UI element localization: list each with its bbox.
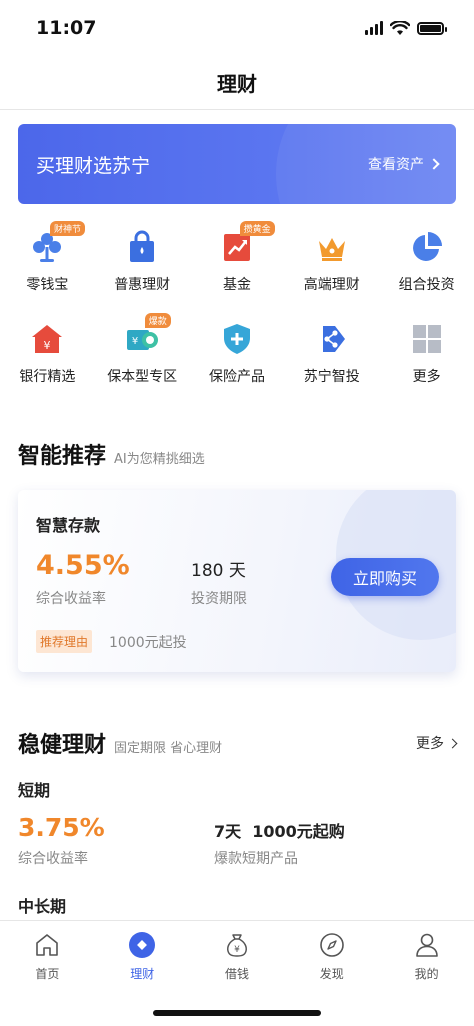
svg-text:¥: ¥	[132, 336, 138, 347]
grid-badge: 爆款	[144, 313, 171, 328]
svg-text:¥: ¥	[44, 339, 51, 352]
grid-item-bank[interactable]: ¥ 银行精选	[0, 312, 95, 404]
grid-item-premium[interactable]: 高端理财	[284, 220, 379, 312]
chevron-right-icon	[428, 158, 440, 170]
short-term-title: 短期	[18, 781, 51, 800]
more-label: 更多	[416, 736, 444, 752]
page-title: 理财	[217, 72, 257, 96]
home-indicator	[153, 1010, 321, 1016]
tab-bar: 首页 理财 ¥ 借钱 发现 我的	[0, 920, 474, 1026]
tab-home[interactable]: 首页	[0, 921, 95, 987]
home-icon	[36, 934, 59, 956]
tab-discover[interactable]: 发现	[284, 921, 379, 987]
grid-badge: 财神节	[50, 221, 86, 236]
cellular-signal-icon	[365, 21, 383, 35]
grid-item-smart-invest[interactable]: 苏宁智投	[284, 312, 379, 404]
grid-item-fund[interactable]: 攒黄金 基金	[190, 220, 285, 312]
status-icons	[365, 20, 447, 36]
product-name: 智慧存款	[36, 516, 101, 535]
product-rate: 4.55%	[36, 550, 130, 581]
status-bar: 11:07	[0, 0, 474, 56]
svg-text:¥: ¥	[234, 945, 240, 955]
tab-mine[interactable]: 我的	[379, 921, 474, 987]
user-icon	[415, 933, 438, 957]
grid-item-label: 组合投资	[398, 277, 455, 293]
banner-title: 买理财选苏宁	[36, 154, 151, 177]
product-rate-label: 综合收益率	[18, 851, 88, 867]
wifi-icon	[390, 20, 410, 35]
crown-icon	[318, 238, 345, 261]
view-assets-link[interactable]: 查看资产	[368, 154, 440, 174]
product-grid-row-2: ¥ 银行精选 ¥ 爆款 保本型专区 保险产品 苏宁智投 更多	[0, 312, 474, 404]
section-subtitle: AI为您精挑细选	[114, 452, 205, 467]
tab-label: 借钱	[224, 967, 249, 981]
tab-label: 首页	[35, 967, 60, 981]
grid-badge: 攒黄金	[239, 221, 275, 236]
tab-label: 我的	[414, 967, 439, 981]
grid-item-lingqianbao[interactable]: 财神节 零钱宝	[0, 220, 95, 312]
grid-item-label: 更多	[412, 369, 441, 385]
grid-item-guaranteed[interactable]: ¥ 爆款 保本型专区	[95, 312, 190, 404]
bag-icon	[130, 230, 155, 262]
share-icon	[322, 326, 345, 352]
pie-chart-icon	[412, 232, 442, 261]
promo-banner[interactable]: 买理财选苏宁 查看资产	[18, 124, 456, 204]
product-term: 180 天	[191, 561, 246, 581]
grid-item-label: 基金	[222, 277, 251, 293]
product-grid: 财神节 零钱宝 普惠理财 攒黄金 基金 高端理财 组合投资 ¥ 银行精选 ¥ 爆…	[0, 220, 474, 404]
more-link[interactable]: 更多	[416, 733, 458, 753]
grid-item-label: 苏宁智投	[303, 369, 360, 385]
nav-bar: 理财	[0, 56, 474, 110]
view-assets-label: 查看资产	[368, 157, 424, 173]
section-title: 稳健理财	[18, 733, 107, 758]
tab-borrow[interactable]: ¥ 借钱	[190, 921, 285, 987]
grid-item-label: 保险产品	[208, 369, 265, 385]
grid-item-portfolio[interactable]: 组合投资	[379, 220, 474, 312]
recommend-card[interactable]: 智慧存款 4.55% 综合收益率 180 天 投资期限 立即购买 推荐理由 10…	[18, 490, 456, 672]
product-rate: 3.75%	[18, 813, 105, 842]
grid-icon	[412, 325, 441, 353]
mid-long-term-title: 中长期	[18, 897, 67, 916]
shield-icon	[223, 324, 250, 354]
product-info-label: 爆款短期产品	[214, 851, 298, 867]
product-term-label: 投资期限	[191, 591, 247, 607]
chevron-right-icon	[447, 738, 458, 748]
grid-item-label: 银行精选	[19, 369, 76, 385]
product-rate-label: 综合收益率	[36, 591, 106, 607]
buy-now-button[interactable]: 立即购买	[331, 558, 439, 596]
grid-item-puhui[interactable]: 普惠理财	[95, 220, 190, 312]
finance-icon	[129, 932, 156, 958]
recommend-reason-tag[interactable]: 推荐理由	[36, 630, 93, 653]
grid-item-label: 零钱宝	[26, 277, 69, 293]
status-time: 11:07	[36, 17, 97, 39]
battery-icon	[417, 21, 447, 35]
product-info: 7天 1000元起购	[214, 822, 345, 841]
tab-label: 理财	[130, 967, 155, 981]
min-investment: 1000元起投	[109, 635, 187, 651]
grid-item-label: 保本型专区	[107, 369, 178, 385]
tab-label: 发现	[319, 967, 344, 981]
tab-finance[interactable]: 理财	[95, 921, 190, 987]
grid-item-label: 普惠理财	[114, 277, 171, 293]
section-subtitle: 固定期限 省心理财	[114, 741, 223, 756]
compass-icon	[319, 933, 344, 957]
section-title: 智能推荐	[18, 444, 107, 469]
grid-item-label: 高端理财	[303, 277, 360, 293]
grid-item-more[interactable]: 更多	[379, 312, 474, 404]
product-grid-row-1: 财神节 零钱宝 普惠理财 攒黄金 基金 高端理财 组合投资	[0, 220, 474, 312]
bank-icon: ¥	[32, 325, 63, 353]
moneybag-icon: ¥	[227, 934, 247, 957]
smart-recommend-header: 智能推荐 AI为您精挑细选	[18, 438, 205, 470]
steady-finance-header: 稳健理财 固定期限 省心理财	[18, 727, 222, 759]
grid-item-insurance[interactable]: 保险产品	[190, 312, 285, 404]
